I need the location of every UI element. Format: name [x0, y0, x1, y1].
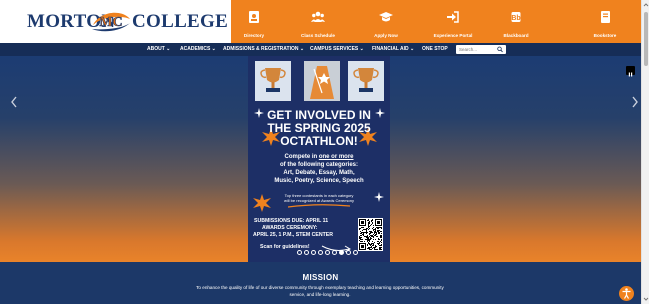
compete-emphasis: one or more [318, 154, 354, 160]
quick-link-class-schedule[interactable]: Class Schedule [288, 0, 348, 43]
main-nav: ABOUT ⌄ ACADEMICS ⌄ ADMISSIONS & REGISTR… [0, 43, 649, 56]
swoosh-decoration [288, 204, 350, 208]
carousel-dot[interactable] [318, 250, 323, 255]
logo-emblem-text: MC [99, 15, 122, 30]
quick-link-label: Directory [243, 33, 265, 38]
mission-text: To enhance the quality of life of our di… [170, 284, 470, 298]
quick-link-label: Blackboard [503, 33, 529, 38]
carousel-dot[interactable] [353, 250, 358, 255]
page: MORTON MC COLLEGE Directory Class Schedu… [0, 0, 649, 304]
graduation-cap-icon [379, 12, 393, 22]
quick-link-label: Bookstore [593, 33, 617, 38]
mission-text-line-2: service, and life-long learning. [289, 292, 351, 297]
page-scrollbar[interactable] [641, 0, 649, 304]
sign-in-icon [447, 11, 459, 23]
nav-item-admissions-registration[interactable]: ADMISSIONS & REGISTRATION ⌄ [223, 46, 304, 52]
trophy-icon [353, 68, 379, 92]
search-box [456, 45, 506, 54]
poster-title-line-1: GET INVOLVED IN [267, 108, 371, 122]
carousel-dot[interactable] [304, 250, 309, 255]
scroll-down-arrow-icon[interactable] [643, 296, 649, 302]
book-icon [601, 11, 610, 23]
compete-line: Compete in one or more [248, 154, 390, 160]
nav-item-one-stop[interactable]: ONE STOP [422, 46, 448, 52]
quick-links-bar: Directory Class Schedule Apply Now Exper… [231, 0, 649, 43]
mission-section: MISSION To enhance the quality of life o… [0, 262, 641, 304]
trophy-image-right [348, 61, 384, 101]
accessibility-button[interactable] [619, 286, 634, 301]
metronome-image [304, 61, 340, 101]
carousel-indicators [297, 250, 359, 257]
nav-item-about[interactable]: ABOUT ⌄ [147, 46, 170, 52]
college-logo[interactable]: MORTON MC COLLEGE [0, 0, 231, 43]
nav-item-academics[interactable]: ACADEMICS ⌄ [180, 46, 216, 52]
poster-title-line-2: THE SPRING 2025 [267, 121, 371, 135]
categories-line-2: Music, Poetry, Science, Speech [274, 178, 364, 184]
trophy-image-left [255, 61, 291, 101]
qr-code[interactable] [358, 218, 383, 251]
svg-text:Bb: Bb [511, 15, 520, 22]
carousel-dot[interactable] [311, 250, 316, 255]
quick-link-experience-portal[interactable]: Experience Portal [423, 0, 483, 43]
quick-link-directory[interactable]: Directory [224, 0, 284, 43]
quick-link-label: Apply Now [374, 33, 398, 38]
accessibility-icon [622, 288, 631, 299]
carousel-prev-arrow-icon[interactable] [9, 94, 19, 110]
scrollbar-thumb[interactable] [644, 12, 648, 66]
scroll-up-arrow-icon[interactable] [643, 2, 649, 8]
blackboard-icon: Bb [511, 12, 521, 22]
users-icon [311, 11, 325, 22]
quick-link-apply-now[interactable]: Apply Now [356, 0, 416, 43]
compete-prefix: Compete in [284, 154, 318, 160]
search-input[interactable] [459, 46, 493, 53]
carousel-pause-button[interactable] [626, 66, 635, 77]
quick-link-blackboard[interactable]: Bb Blackboard [486, 0, 546, 43]
mission-text-line-1: To enhance the quality of life of our di… [196, 285, 444, 290]
carousel-dot[interactable] [297, 250, 302, 255]
mission-title: MISSION [302, 273, 339, 282]
address-book-icon [249, 11, 259, 23]
quick-link-label: Experience Portal [433, 33, 473, 38]
quick-link-label: Class Schedule [301, 33, 335, 38]
quick-link-bookstore[interactable]: Bookstore [575, 0, 635, 43]
carousel-dot[interactable] [325, 250, 330, 255]
awards-when: APRIL 25, 1 P.M., STEM CENTER [253, 232, 333, 238]
nav-item-financial-aid[interactable]: FINANCIAL AID ⌄ [372, 46, 414, 52]
logo-word-college: COLLEGE [132, 11, 229, 32]
compete-rest: of the following categories: [279, 162, 358, 168]
submissions-due: SUBMISSIONS DUE: APRIL 11 [254, 218, 329, 224]
nav-item-campus-services[interactable]: CAMPUS SERVICES ⌄ [310, 46, 364, 52]
poster-title-line-3: OCTATHLON! [280, 134, 358, 148]
carousel-dot[interactable] [339, 250, 344, 255]
awards-ceremony: AWARDS CEREMONY: [262, 225, 318, 231]
carousel-next-arrow-icon[interactable] [630, 94, 640, 110]
pause-icon [628, 72, 633, 77]
metronome-icon [310, 66, 334, 99]
carousel-dot[interactable] [332, 250, 337, 255]
logo-emblem-icon: MC [92, 12, 130, 32]
search-icon[interactable] [497, 46, 503, 53]
trophy-icon [260, 68, 286, 92]
qr-code-image [359, 219, 382, 250]
categories-line-1: Art, Debate, Essay, Math, [283, 170, 355, 176]
carousel-dot[interactable] [346, 250, 351, 255]
